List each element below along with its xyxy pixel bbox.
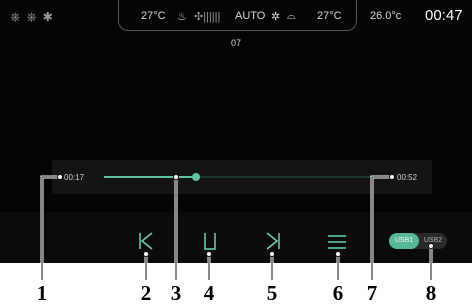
callout-lines: [40, 174, 434, 280]
callout-2: 2: [140, 281, 152, 305]
callout-7: 7: [366, 281, 378, 305]
callout-6: 6: [332, 281, 344, 305]
callout-8: 8: [425, 281, 437, 305]
callout-3: 3: [170, 281, 182, 305]
callout-1: 1: [36, 281, 48, 305]
callout-5: 5: [266, 281, 278, 305]
callout-4: 4: [203, 281, 215, 305]
